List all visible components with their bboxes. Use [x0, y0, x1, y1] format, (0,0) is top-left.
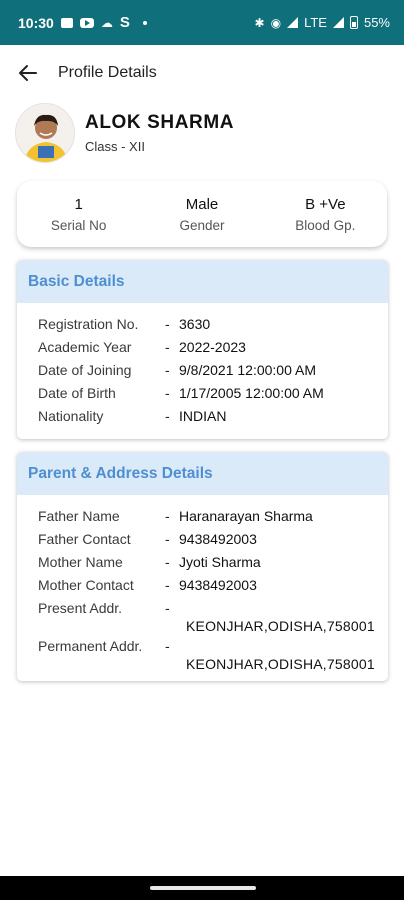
summary-serial: 1 Serial No	[17, 181, 140, 247]
signal-icon	[287, 17, 299, 28]
more-notifications-icon	[142, 20, 147, 25]
row-separator: -	[165, 508, 170, 524]
row-label: Permanent Addr.	[38, 638, 143, 654]
row-separator: -	[165, 531, 170, 547]
hotspot-icon: ◉	[270, 15, 282, 30]
detail-row: Registration No. - 3630	[17, 316, 388, 339]
back-button[interactable]	[0, 45, 56, 101]
student-name: ALOK SHARMA	[85, 112, 235, 133]
address-row: Present Addr. - KEONJHAR,ODISHA,758001	[17, 600, 388, 638]
summary-label: Gender	[179, 217, 225, 233]
row-separator: -	[165, 316, 170, 332]
home-gesture-handle[interactable]	[150, 886, 256, 890]
address-row: Permanent Addr. - KEONJHAR,ODISHA,758001	[17, 638, 388, 676]
summary-value: B +Ve	[305, 195, 346, 213]
basic-details-header: Basic Details	[17, 260, 388, 303]
row-value: INDIAN	[179, 408, 227, 424]
status-time: 10:30	[18, 14, 54, 31]
summary-value: 1	[74, 195, 83, 213]
detail-row: Nationality - INDIAN	[17, 408, 388, 431]
section-title: Parent & Address Details	[28, 464, 213, 482]
row-separator: -	[165, 362, 170, 378]
summary-card: 1 Serial No Male Gender B +Ve Blood Gp.	[17, 181, 387, 247]
summary-label: Blood Gp.	[295, 217, 356, 233]
row-value: KEONJHAR,ODISHA,758001	[186, 656, 375, 672]
detail-row: Date of Birth - 1/17/2005 12:00:00 AM	[17, 385, 388, 408]
status-bar: 10:30 ☁ S ✱ ◉ LTE 55%	[0, 0, 404, 45]
s-app-icon: S	[119, 14, 130, 31]
network-type: LTE	[304, 15, 327, 30]
battery-icon	[349, 16, 358, 29]
row-value: 9/8/2021 12:00:00 AM	[179, 362, 316, 378]
basic-details-card: Basic Details Registration No. - 3630 Ac…	[17, 260, 388, 439]
arrow-left-icon	[19, 65, 37, 81]
parent-address-header: Parent & Address Details	[17, 452, 388, 495]
parent-address-card: Parent & Address Details Father Name - H…	[17, 452, 388, 681]
row-label: Mother Contact	[38, 577, 134, 593]
page-title: Profile Details	[58, 64, 157, 81]
row-value: Haranarayan Sharma	[179, 508, 313, 524]
avatar	[15, 103, 75, 163]
row-value: 2022-2023	[179, 339, 246, 355]
row-separator: -	[165, 408, 170, 424]
summary-blood-group: B +Ve Blood Gp.	[264, 181, 387, 247]
app-bar: Profile Details	[0, 45, 404, 101]
cloud-icon: ☁	[100, 15, 113, 30]
navigation-bar	[0, 876, 404, 900]
detail-row: Father Name - Haranarayan Sharma	[17, 508, 388, 531]
row-value: 9438492003	[179, 577, 257, 593]
row-separator: -	[165, 339, 170, 355]
section-title: Basic Details	[28, 272, 125, 290]
row-label: Father Name	[38, 508, 120, 524]
row-label: Academic Year	[38, 339, 132, 355]
row-label: Present Addr.	[38, 600, 123, 616]
row-separator: -	[165, 638, 170, 654]
row-separator: -	[165, 600, 170, 616]
battery-percent: 55%	[363, 15, 390, 30]
summary-gender: Male Gender	[140, 181, 263, 247]
summary-value: Male	[185, 195, 219, 213]
notification-icon	[60, 17, 73, 28]
row-label: Registration No.	[38, 316, 139, 332]
row-value: 3630	[179, 316, 211, 332]
row-label: Date of Birth	[38, 385, 116, 401]
youtube-icon	[79, 17, 94, 28]
row-label: Mother Name	[38, 554, 123, 570]
row-separator: -	[165, 554, 170, 570]
detail-row: Academic Year - 2022-2023	[17, 339, 388, 362]
row-value: 9438492003	[179, 531, 257, 547]
row-label: Nationality	[38, 408, 104, 424]
summary-label: Serial No	[50, 217, 107, 233]
bluetooth-icon: ✱	[254, 15, 265, 30]
student-class: Class - XII	[85, 139, 145, 154]
row-value: 1/17/2005 12:00:00 AM	[179, 385, 324, 401]
row-separator: -	[165, 385, 170, 401]
profile-header: ALOK SHARMA Class - XII	[15, 102, 389, 164]
signal-icon-2	[332, 17, 344, 28]
row-value: Jyoti Sharma	[179, 554, 261, 570]
row-label: Father Contact	[38, 531, 131, 547]
row-value: KEONJHAR,ODISHA,758001	[186, 618, 375, 634]
detail-row: Father Contact - 9438492003	[17, 531, 388, 554]
row-separator: -	[165, 577, 170, 593]
detail-row: Mother Name - Jyoti Sharma	[17, 554, 388, 577]
row-label: Date of Joining	[38, 362, 132, 378]
detail-row: Date of Joining - 9/8/2021 12:00:00 AM	[17, 362, 388, 385]
detail-row: Mother Contact - 9438492003	[17, 577, 388, 600]
